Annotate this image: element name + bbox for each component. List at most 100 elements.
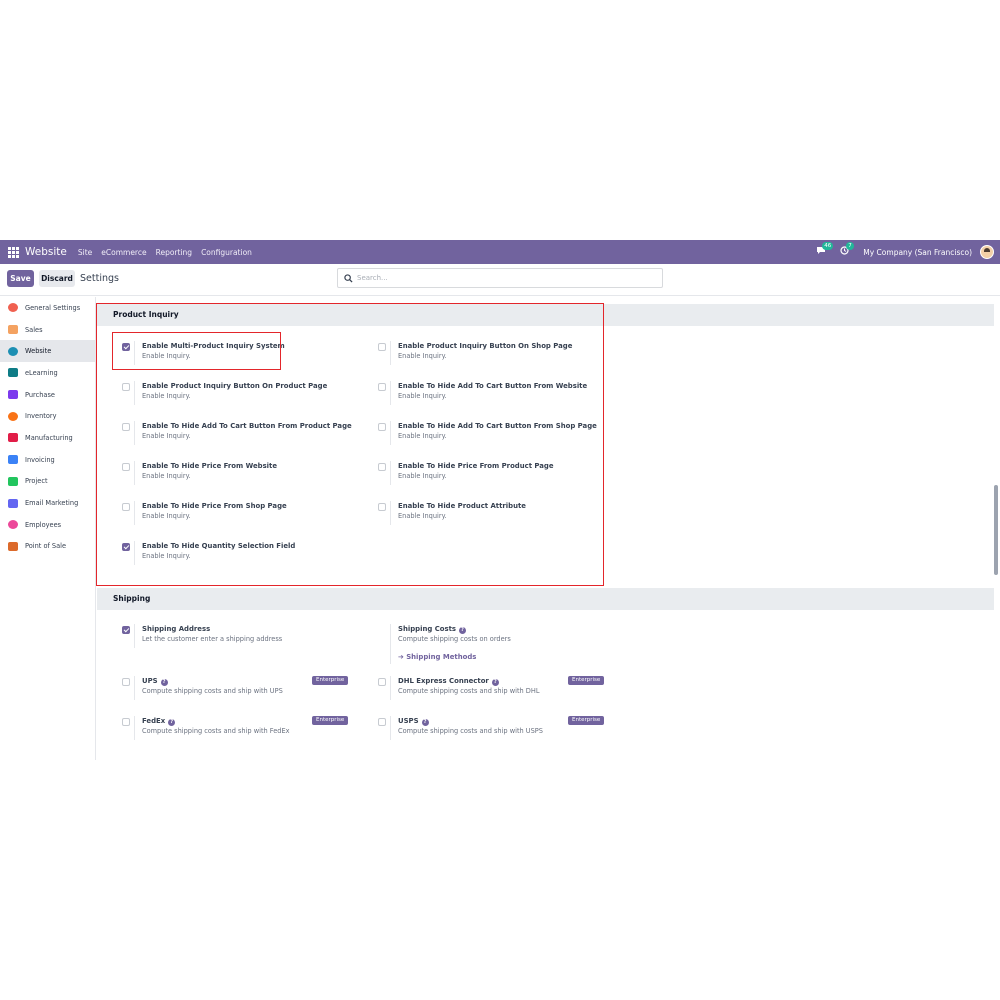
checkbox[interactable] xyxy=(378,463,386,471)
setting-inquiry-button-shop-page: Enable Product Inquiry Button On Shop Pa… xyxy=(378,341,618,375)
sidebar-item-label: Sales xyxy=(25,325,43,334)
product-inquiry-section: Product Inquiry Enable Multi-Product Inq… xyxy=(97,304,994,565)
setting-hide-add-to-cart-website: Enable To Hide Add To Cart Button From W… xyxy=(378,381,618,415)
page-title: Settings xyxy=(80,273,119,284)
help-icon[interactable]: ? xyxy=(421,719,429,726)
setting-hide-price-shop-page: Enable To Hide Price From Shop Page Enabl… xyxy=(122,501,362,535)
help-icon[interactable]: ? xyxy=(160,679,168,686)
setting-description: Enable Inquiry. xyxy=(142,392,191,400)
project-icon xyxy=(8,476,18,486)
search-input[interactable] xyxy=(357,274,637,282)
setting-title: Enable Product Inquiry Button On Shop Pa… xyxy=(398,342,573,350)
setting-hide-add-to-cart-product-page: Enable To Hide Add To Cart Button From P… xyxy=(122,421,362,455)
point-of-sale-icon xyxy=(8,541,18,551)
messages-icon[interactable]: 46 xyxy=(816,242,834,258)
sidebar-item-sales[interactable]: Sales xyxy=(0,319,95,341)
setting-title: Enable To Hide Add To Cart Button From W… xyxy=(398,382,588,390)
apps-menu-icon[interactable] xyxy=(8,246,19,258)
sidebar-item-project[interactable]: Project xyxy=(0,471,95,493)
help-icon[interactable]: ? xyxy=(458,627,466,634)
setting-description: Enable Inquiry. xyxy=(398,352,447,360)
general-settings-icon xyxy=(8,303,18,313)
setting-hide-price-website: Enable To Hide Price From Website Enable … xyxy=(122,461,362,495)
control-panel: Save Discard Settings xyxy=(0,264,1000,296)
setting-title: Shipping Address xyxy=(142,625,211,633)
sidebar-item-invoicing[interactable]: Invoicing xyxy=(0,449,95,471)
checkbox[interactable] xyxy=(378,718,386,726)
sidebar-item-employees[interactable]: Employees xyxy=(0,514,95,536)
help-icon[interactable]: ? xyxy=(168,719,176,726)
setting-usps: USPS? Compute shipping costs and ship wit… xyxy=(378,716,606,750)
menu-configuration[interactable]: Configuration xyxy=(201,248,252,257)
sidebar-item-general-settings[interactable]: General Settings xyxy=(0,297,95,319)
enterprise-badge: Enterprise xyxy=(568,716,605,725)
sidebar-item-label: Point of Sale xyxy=(25,542,67,551)
settings-sidebar: General Settings Sales Website eLearning… xyxy=(0,297,96,760)
checkbox[interactable] xyxy=(122,383,130,391)
scrollbar-thumb[interactable] xyxy=(994,485,998,575)
top-navbar: Website Site eCommerce Reporting Configu… xyxy=(0,240,1000,264)
search-box[interactable] xyxy=(337,268,663,288)
discard-button[interactable]: Discard xyxy=(39,270,75,287)
checkbox[interactable] xyxy=(378,503,386,511)
settings-content: Product Inquiry Enable Multi-Product Inq… xyxy=(97,297,994,760)
checkbox[interactable] xyxy=(378,383,386,391)
setting-title: Enable To Hide Price From Website xyxy=(142,462,278,470)
setting-title: Enable To Hide Add To Cart Button From P… xyxy=(142,422,352,430)
menu-site[interactable]: Site xyxy=(78,248,92,257)
shipping-methods-link[interactable]: ➔ Shipping Methods xyxy=(398,653,511,661)
sidebar-item-label: Purchase xyxy=(25,390,55,399)
setting-fedex: FedEx? Compute shipping costs and ship wi… xyxy=(122,716,350,750)
setting-title: Enable To Hide Price From Shop Page xyxy=(142,502,287,510)
sidebar-item-label: Employees xyxy=(25,520,62,529)
enterprise-badge: Enterprise xyxy=(568,676,605,685)
checkbox[interactable] xyxy=(122,543,130,551)
setting-description: Compute shipping costs and ship with DHL xyxy=(398,687,540,695)
checkbox[interactable] xyxy=(122,678,130,686)
checkbox[interactable] xyxy=(122,503,130,511)
setting-description: Enable Inquiry. xyxy=(142,352,191,360)
setting-description: Compute shipping costs on orders xyxy=(398,635,511,643)
setting-shipping-address: Shipping Address Let the customer enter a… xyxy=(122,624,362,658)
sidebar-item-label: Invoicing xyxy=(25,455,55,464)
company-switcher[interactable]: My Company (San Francisco) xyxy=(863,248,972,257)
sales-icon xyxy=(8,325,18,335)
checkbox[interactable] xyxy=(122,343,130,351)
sidebar-item-label: Inventory xyxy=(25,412,57,421)
checkbox[interactable] xyxy=(122,626,130,634)
sidebar-item-label: Website xyxy=(25,347,52,356)
sidebar-item-website[interactable]: Website xyxy=(0,340,95,363)
shipping-section: Shipping Shipping Address Let the custome… xyxy=(97,588,994,740)
sidebar-item-label: Email Marketing xyxy=(25,499,79,508)
sidebar-item-email-marketing[interactable]: Email Marketing xyxy=(0,492,95,514)
checkbox[interactable] xyxy=(122,718,130,726)
checkbox[interactable] xyxy=(378,678,386,686)
menu-ecommerce[interactable]: eCommerce xyxy=(101,248,146,257)
setting-description: Enable Inquiry. xyxy=(398,432,447,440)
checkbox[interactable] xyxy=(122,463,130,471)
app-title[interactable]: Website xyxy=(25,246,67,258)
checkbox[interactable] xyxy=(378,423,386,431)
help-icon[interactable]: ? xyxy=(491,679,499,686)
setting-title: Enable To Hide Price From Product Page xyxy=(398,462,554,470)
activities-icon[interactable]: 7 xyxy=(840,242,854,258)
setting-title: USPS xyxy=(398,717,419,725)
sidebar-item-label: General Settings xyxy=(25,303,81,312)
save-button[interactable]: Save xyxy=(7,270,34,287)
setting-title: FedEx xyxy=(142,717,166,725)
enterprise-badge: Enterprise xyxy=(312,676,349,685)
sidebar-item-inventory[interactable]: Inventory xyxy=(0,405,95,427)
sidebar-item-purchase[interactable]: Purchase xyxy=(0,384,95,406)
sidebar-item-manufacturing[interactable]: Manufacturing xyxy=(0,427,95,449)
menu-reporting[interactable]: Reporting xyxy=(156,248,192,257)
sidebar-item-point-of-sale[interactable]: Point of Sale xyxy=(0,536,95,558)
navbar-systray: 46 7 My Company (San Francisco) xyxy=(816,240,994,264)
content-scrollbar[interactable] xyxy=(994,297,998,760)
checkbox[interactable] xyxy=(122,423,130,431)
user-avatar[interactable] xyxy=(980,245,994,259)
sidebar-item-elearning[interactable]: eLearning xyxy=(0,362,95,384)
checkbox[interactable] xyxy=(378,343,386,351)
setting-description: Enable Inquiry. xyxy=(398,472,447,480)
setting-title: Enable To Hide Add To Cart Button From S… xyxy=(398,422,597,430)
website-icon xyxy=(8,346,18,356)
